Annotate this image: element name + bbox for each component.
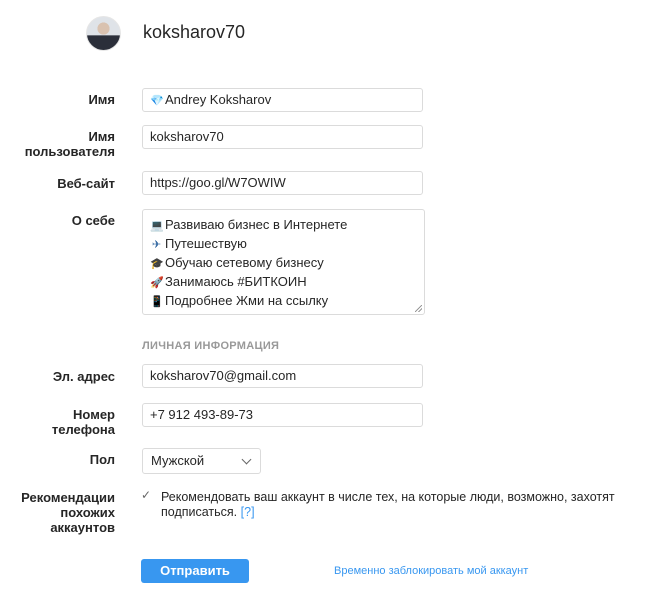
phone-label: Номер телефона	[51, 407, 115, 437]
recommendations-text-block: Рекомендовать ваш аккаунт в числе тех, н…	[161, 490, 631, 520]
website-label: Веб-сайт	[57, 176, 115, 191]
resize-handle[interactable]	[415, 305, 422, 312]
name-field[interactable]: 💎Andrey Koksharov	[142, 88, 423, 112]
profile-username: koksharov70	[143, 22, 246, 42]
email-field[interactable]: koksharov70@gmail.com	[142, 364, 423, 388]
laptop-icon: 💻	[150, 220, 164, 232]
gender-select[interactable]: Мужской	[142, 448, 261, 474]
submit-button[interactable]: Отправить	[141, 559, 249, 583]
avatar[interactable]	[86, 16, 121, 51]
bio-line: 📱Подробнее Жми на ссылку	[150, 292, 417, 311]
recommendations-checkbox[interactable]: ✓	[141, 489, 153, 501]
recommendations-label: Рекомендации похожих аккаунтов	[21, 490, 115, 535]
diamond-icon: 💎	[150, 95, 164, 107]
bio-line: ✈ Путешествую	[150, 235, 417, 254]
bio-label: О себе	[71, 213, 115, 228]
website-field[interactable]: https://goo.gl/W7OWIW	[142, 171, 423, 195]
name-value: Andrey Koksharov	[165, 92, 272, 107]
temporarily-disable-account-link[interactable]: Временно заблокировать мой аккаунт	[334, 565, 528, 577]
rocket-icon: 🚀	[150, 277, 164, 289]
gender-label: Пол	[89, 452, 115, 467]
personal-info-heading: ЛИЧНАЯ ИНФОРМАЦИЯ	[142, 340, 280, 352]
airplane-icon: ✈	[151, 239, 162, 251]
recommendations-text: Рекомендовать ваш аккаунт в числе тех, н…	[161, 490, 615, 519]
email-label: Эл. адрес	[52, 369, 115, 384]
name-label: Имя	[88, 92, 115, 107]
bio-textarea[interactable]: 💻Развиваю бизнес в Интернете ✈ Путешеству…	[142, 209, 425, 315]
username-field[interactable]: koksharov70	[142, 125, 423, 149]
bio-line: 💻Развиваю бизнес в Интернете	[150, 216, 417, 235]
gender-value: Мужской	[151, 453, 205, 468]
bio-line: 🚀Занимаюсь #БИТКОИН	[150, 273, 417, 292]
chevron-down-icon	[241, 454, 252, 465]
graduation-cap-icon: 🎓	[150, 258, 164, 270]
phone-field[interactable]: +7 912 493-89-73	[142, 403, 423, 427]
username-label: Имя пользователя	[24, 129, 115, 159]
bio-line: 🎓Обучаю сетевому бизнесу	[150, 254, 417, 273]
phone-icon: 📱	[150, 296, 164, 308]
help-link[interactable]: [?]	[241, 505, 255, 519]
